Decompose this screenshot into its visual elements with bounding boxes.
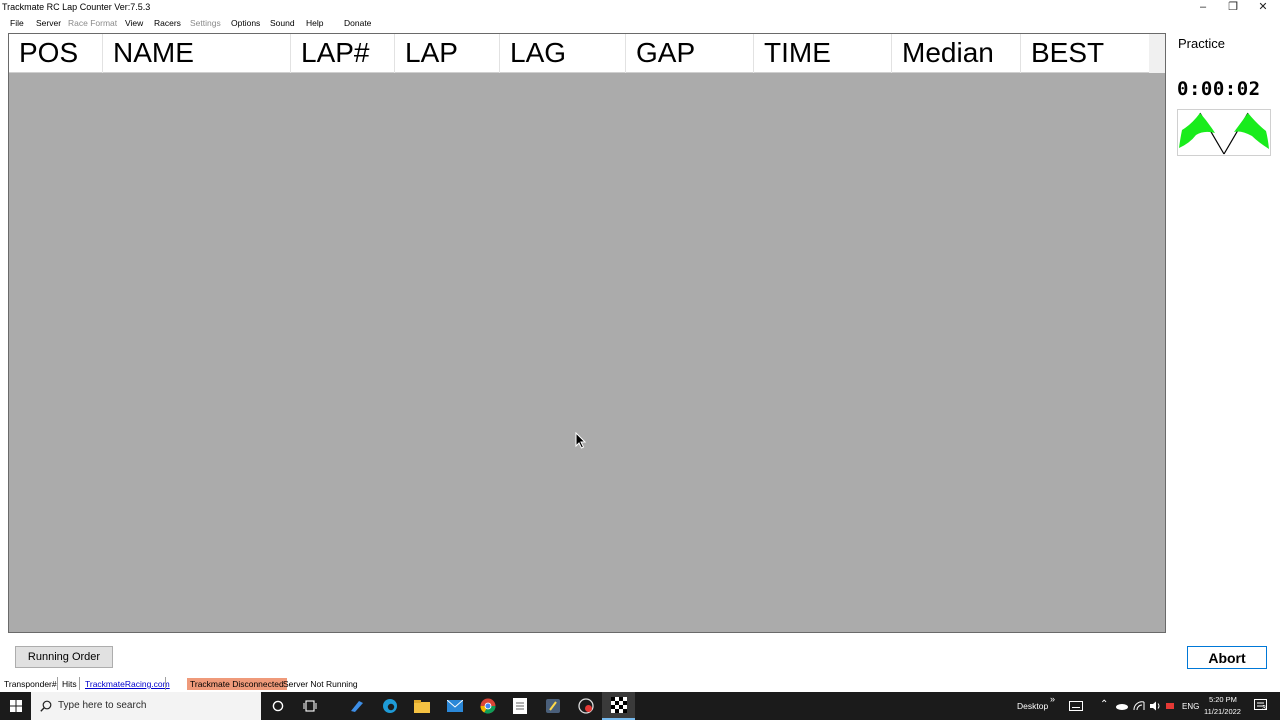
column-label: LAP# xyxy=(301,37,370,68)
column-pos[interactable]: POS xyxy=(9,34,103,73)
column-label: NAME xyxy=(113,37,194,68)
menu-settings[interactable]: Settings xyxy=(190,18,221,28)
server-status: Server Not Running xyxy=(283,679,358,689)
mail-icon[interactable] xyxy=(438,692,471,720)
column-label: LAP xyxy=(405,37,458,68)
column-label: LAG xyxy=(510,37,567,68)
column-gap[interactable]: GAP xyxy=(626,34,754,73)
edge-browser-icon[interactable] xyxy=(373,692,406,720)
green-flags-icon xyxy=(1179,112,1269,155)
transponder-status: Transponder# xyxy=(4,679,57,689)
power-status-icon[interactable] xyxy=(1162,692,1178,720)
menu-sound[interactable]: Sound xyxy=(270,18,295,28)
windows-start-icon[interactable] xyxy=(0,692,31,720)
website-link[interactable]: TrackmateRacing.com xyxy=(85,679,170,689)
app-icon-blue[interactable] xyxy=(340,692,373,720)
search-placeholder: Type here to search xyxy=(58,700,147,711)
column-label: GAP xyxy=(636,37,696,68)
column-label: TIME xyxy=(764,37,831,68)
column-label: BEST xyxy=(1031,37,1105,68)
running-order-button[interactable]: Running Order xyxy=(15,646,113,668)
column-lap-number[interactable]: LAP# xyxy=(291,34,395,73)
column-median[interactable]: Median xyxy=(892,34,1021,73)
notification-center-icon[interactable]: 3 xyxy=(1250,692,1272,720)
clock-date[interactable]: 11/21/2022 xyxy=(1204,707,1241,716)
column-label: POS xyxy=(19,37,79,68)
task-view-icon[interactable] xyxy=(293,692,326,720)
menu-racers[interactable]: Racers xyxy=(154,18,181,28)
menu-race-format[interactable]: Race Format xyxy=(68,18,117,28)
language-indicator[interactable]: ENG xyxy=(1182,702,1199,711)
menu-server[interactable]: Server xyxy=(36,18,61,28)
results-panel[interactable]: POS NAME LAP# LAP LAG GAP TIME Median BE… xyxy=(8,33,1166,633)
notepad-icon[interactable] xyxy=(503,692,536,720)
column-time[interactable]: TIME xyxy=(754,34,892,73)
abort-button[interactable]: Abort xyxy=(1187,646,1267,669)
minimize-button[interactable]: – xyxy=(1188,0,1218,15)
window-title: Trackmate RC Lap Counter Ver:7.5.3 xyxy=(2,2,151,12)
status-divider xyxy=(57,677,58,690)
chevron-up-icon[interactable]: ⌃ xyxy=(1100,699,1108,710)
double-chevron-icon[interactable]: » xyxy=(1050,694,1055,704)
menu-options[interactable]: Options xyxy=(231,18,260,28)
column-lap[interactable]: LAP xyxy=(395,34,500,73)
chrome-icon[interactable] xyxy=(471,692,504,720)
cortana-icon[interactable] xyxy=(261,692,294,720)
column-label: Median xyxy=(902,37,994,68)
column-lag[interactable]: LAG xyxy=(500,34,626,73)
table-header: POS NAME LAP# LAP LAG GAP TIME Median BE… xyxy=(9,34,1149,73)
title-bar: Trackmate RC Lap Counter Ver:7.5.3 – ❐ ✕ xyxy=(0,0,1280,15)
vertical-scrollbar[interactable] xyxy=(1149,34,1165,73)
onedrive-icon[interactable] xyxy=(1113,692,1131,720)
connection-status: Trackmate Disconnected xyxy=(187,678,287,690)
status-divider xyxy=(79,677,80,690)
trackmate-taskbar-icon[interactable] xyxy=(602,692,635,720)
status-divider xyxy=(165,677,166,690)
column-best[interactable]: BEST xyxy=(1021,34,1149,73)
restore-button[interactable]: ❐ xyxy=(1218,0,1248,15)
close-button[interactable]: ✕ xyxy=(1248,0,1278,15)
race-timer: 0:00:02 xyxy=(1177,78,1261,100)
notification-count: 3 xyxy=(1262,705,1266,712)
menu-view[interactable]: View xyxy=(125,18,143,28)
race-mode-label: Practice xyxy=(1178,36,1225,51)
recorder-app-icon[interactable] xyxy=(569,692,602,720)
menu-help[interactable]: Help xyxy=(306,18,323,28)
race-flag-indicator xyxy=(1177,109,1271,156)
menu-bar: File Server Race Format View Racers Sett… xyxy=(0,15,1280,31)
tool-app-icon[interactable] xyxy=(536,692,569,720)
file-explorer-icon[interactable] xyxy=(405,692,438,720)
mouse-cursor-icon xyxy=(575,432,587,449)
status-bar: Transponder# Hits TrackmateRacing.com Tr… xyxy=(0,676,1280,692)
taskbar-search-box[interactable]: Type here to search xyxy=(31,692,261,720)
hits-status: Hits xyxy=(62,679,77,689)
desktop-toolbar-label[interactable]: Desktop xyxy=(1017,701,1048,711)
menu-file[interactable]: File xyxy=(10,18,24,28)
menu-donate[interactable]: Donate xyxy=(344,18,371,28)
search-icon xyxy=(40,700,52,712)
column-name[interactable]: NAME xyxy=(103,34,291,73)
clock-time[interactable]: 5:20 PM xyxy=(1209,695,1237,704)
taskbar: Type here to search Desktop » ⌃ ENG 5:20… xyxy=(0,692,1280,720)
keyboard-icon[interactable] xyxy=(1064,692,1088,720)
